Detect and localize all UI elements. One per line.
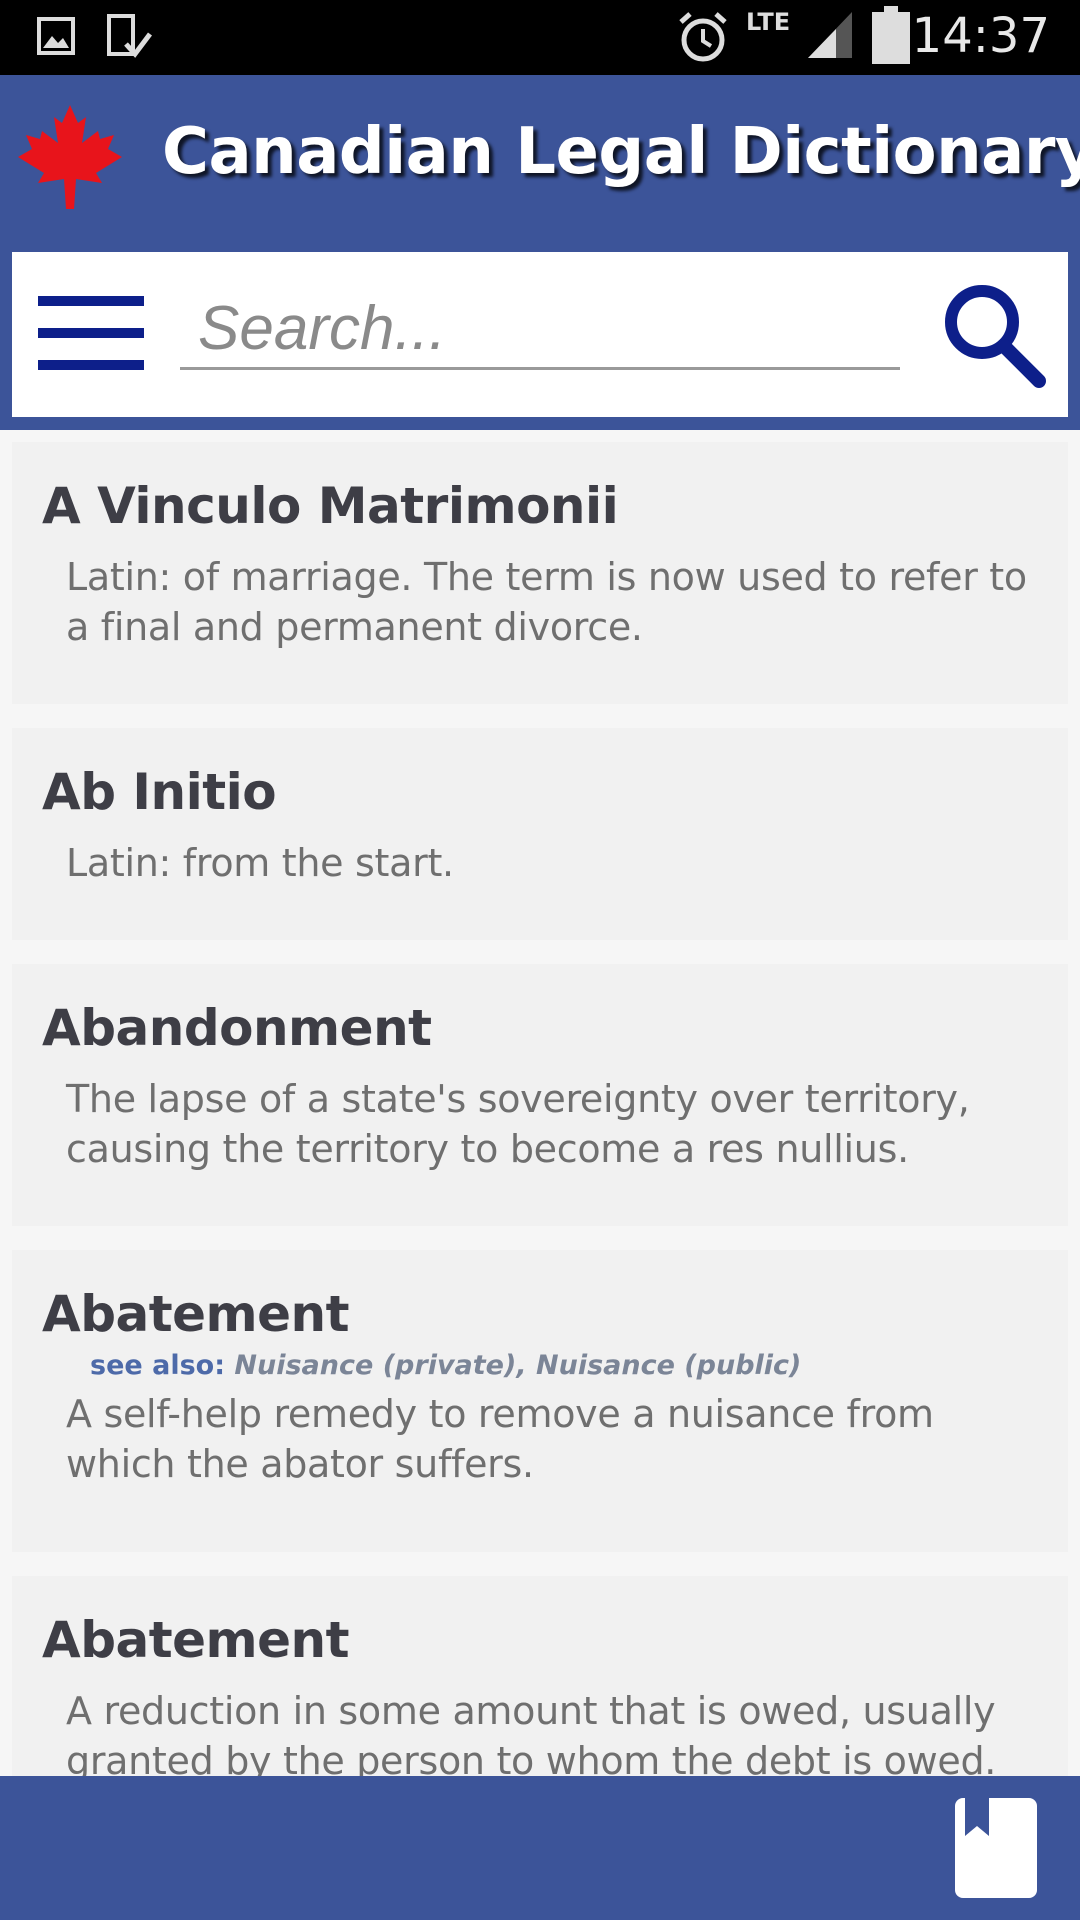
app-header: Canadian Legal Dictionary bbox=[0, 75, 1080, 430]
entry-term: A Vinculo Matrimonii bbox=[42, 477, 619, 535]
entry-definition: Latin: of marriage. The term is now used… bbox=[66, 555, 1027, 649]
bookmarks-button[interactable] bbox=[955, 1798, 1037, 1898]
list-item[interactable]: A Vinculo Matrimonii Latin: of marriage.… bbox=[12, 442, 1068, 704]
entry-term: Ab Initio bbox=[42, 763, 277, 821]
bottom-bar bbox=[0, 1776, 1080, 1920]
entry-term: Abatement bbox=[42, 1611, 350, 1669]
see-also-link[interactable]: Nuisance (public) bbox=[536, 1350, 801, 1381]
entry-definition: A reduction in some amount that is owed,… bbox=[66, 1689, 997, 1783]
menu-button[interactable] bbox=[38, 296, 148, 372]
image-icon bbox=[37, 17, 75, 55]
list-item[interactable]: Ab Initio Latin: from the start. bbox=[12, 728, 1068, 940]
entry-definition: A self-help remedy to remove a nuisance … bbox=[66, 1392, 934, 1486]
entry-definition: The lapse of a state's sovereignty over … bbox=[66, 1077, 970, 1171]
list-item[interactable]: Abandonment The lapse of a state's sover… bbox=[12, 964, 1068, 1226]
entry-definition: Latin: from the start. bbox=[66, 841, 454, 885]
search-icon bbox=[945, 285, 1046, 388]
alarm-icon bbox=[679, 12, 727, 62]
network-type: LTE bbox=[746, 8, 791, 36]
search-button[interactable] bbox=[938, 280, 1048, 390]
list-item[interactable]: Abatement see also: Nuisance (private), … bbox=[12, 1250, 1068, 1552]
download-done-icon bbox=[107, 14, 152, 58]
battery-icon bbox=[872, 6, 910, 64]
entry-term: Abandonment bbox=[42, 999, 432, 1057]
maple-leaf-icon bbox=[18, 105, 122, 209]
entry-term: Abatement bbox=[42, 1285, 350, 1343]
see-also: see also: Nuisance (private), Nuisance (… bbox=[90, 1350, 1038, 1381]
search-bar bbox=[12, 252, 1068, 417]
bookmark-icon bbox=[965, 1798, 989, 1836]
clock: 14:37 bbox=[911, 8, 1050, 64]
signal-icon bbox=[808, 12, 852, 58]
status-bar: LTE 14:37 bbox=[0, 0, 1080, 75]
see-also-link[interactable]: Nuisance (private), bbox=[234, 1350, 526, 1381]
see-also-label: see also: bbox=[90, 1350, 225, 1381]
search-input[interactable] bbox=[180, 290, 900, 370]
app-title: Canadian Legal Dictionary bbox=[162, 115, 1080, 189]
